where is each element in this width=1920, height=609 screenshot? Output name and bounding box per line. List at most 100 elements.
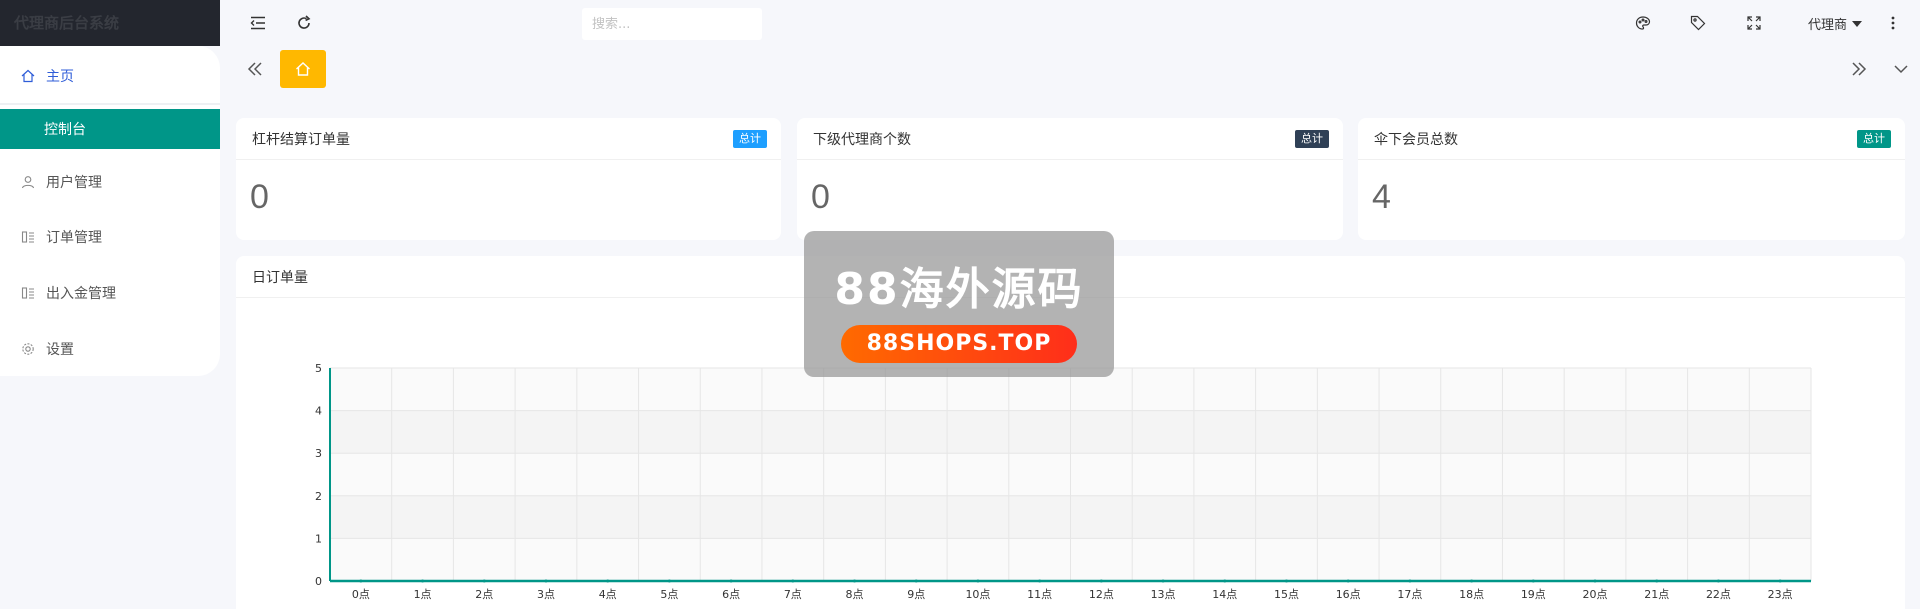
data-point [1099,579,1103,583]
refresh-icon[interactable] [293,12,315,34]
x-tick-label: 15点 [1274,588,1299,601]
x-tick-label: 21点 [1644,588,1669,601]
sidebar-item-label: 主页 [46,69,74,85]
sidebar-item-settings[interactable]: 设置 [0,329,220,369]
tabs-menu-chevron-down-icon[interactable] [1890,58,1912,80]
x-tick-label: 17点 [1397,588,1422,601]
data-point [1470,579,1474,583]
watermark: 88海外源码 88SHOPS.TOP [804,231,1114,377]
sidebar-item-users[interactable]: 用户管理 [0,162,220,202]
x-tick-label: 18点 [1459,588,1484,601]
data-point [606,579,610,583]
y-tick-label: 3 [315,447,322,460]
x-tick-label: 12点 [1089,588,1114,601]
x-tick-label: 23点 [1768,588,1793,601]
data-point [1778,579,1782,583]
card-title: 伞下会员总数 [1374,131,1458,148]
card-title: 下级代理商个数 [813,131,911,148]
sidebar-item-label: 出入金管理 [46,286,116,302]
total-badge: 总计 [733,129,767,148]
total-badge: 总计 [1857,129,1891,148]
sidebar-item-orders[interactable]: 订单管理 [0,217,220,257]
x-tick-label: 9点 [907,588,925,601]
user-menu[interactable]: 代理商 [1808,14,1862,33]
y-tick-label: 5 [315,362,322,375]
x-tick-label: 1点 [414,588,432,601]
x-tick-label: 6点 [722,588,740,601]
stat-card-leverage-orders: 杠杆结算订单量 总计 0 [236,118,781,240]
card-title: 杠杆结算订单量 [252,131,350,148]
x-tick-label: 16点 [1336,588,1361,601]
sidebar-item-label: 控制台 [44,122,86,138]
x-tick-label: 10点 [965,588,990,601]
data-point [1716,579,1720,583]
data-point [1593,579,1597,583]
theme-icon[interactable] [1632,12,1654,34]
home-icon [296,62,310,76]
data-point [359,579,363,583]
search-input[interactable] [582,8,762,40]
data-point [729,579,733,583]
data-point [1038,579,1042,583]
x-tick-label: 8点 [846,588,864,601]
data-point [667,579,671,583]
watermark-url: 88SHOPS.TOP [841,325,1077,363]
chart-title: 日订单量 [252,269,308,286]
x-tick-label: 14点 [1212,588,1237,601]
menu-collapse-icon[interactable] [247,12,269,34]
sidebar-item-label: 订单管理 [46,230,102,246]
x-tick-label: 3点 [537,588,555,601]
x-tick-label: 5点 [660,588,678,601]
sidebar: 主页 控制台 用户管理 订单管理 出入金管理 设置 [0,46,220,376]
data-point [976,579,980,583]
x-tick-label: 2点 [475,588,493,601]
tabs-scroll-left-icon[interactable] [244,58,266,80]
home-icon [20,68,36,84]
chevron-down-icon [1852,20,1862,27]
card-value: 0 [250,178,269,216]
watermark-title: 88海外源码 [834,264,1084,315]
data-point [791,579,795,583]
fullscreen-icon[interactable] [1743,12,1765,34]
user-icon [20,174,36,190]
tab-home[interactable] [280,50,326,88]
more-icon[interactable] [1882,12,1904,34]
list-icon [20,285,36,301]
data-point [1531,579,1535,583]
data-point [544,579,548,583]
top-bar: 代理商 [220,0,1920,46]
sidebar-item-label: 设置 [46,342,74,358]
card-value: 0 [811,178,830,216]
sidebar-item-home[interactable]: 主页 [0,56,220,96]
data-point [1223,579,1227,583]
data-point [1408,579,1412,583]
sidebar-item-console[interactable]: 控制台 [0,109,220,149]
x-tick-label: 7点 [784,588,802,601]
divider [0,103,220,105]
y-tick-label: 1 [315,532,322,545]
data-point [421,579,425,583]
gear-icon [20,341,36,357]
data-point [482,579,486,583]
y-tick-label: 2 [315,490,322,503]
app-title: 代理商后台系统 [0,0,220,46]
x-tick-label: 11点 [1027,588,1052,601]
tabs-scroll-right-icon[interactable] [1848,58,1870,80]
stat-card-sub-agents: 下级代理商个数 总计 0 [797,118,1343,240]
data-point [853,579,857,583]
x-tick-label: 13点 [1151,588,1176,601]
x-tick-label: 0点 [352,588,370,601]
data-point [1284,579,1288,583]
data-point [1346,579,1350,583]
data-point [914,579,918,583]
user-name: 代理商 [1807,18,1847,33]
tag-icon[interactable] [1687,12,1709,34]
x-tick-label: 4点 [599,588,617,601]
sidebar-item-funds[interactable]: 出入金管理 [0,273,220,313]
card-value: 4 [1372,178,1391,216]
data-point [1655,579,1659,583]
y-tick-label: 0 [315,575,322,588]
x-tick-label: 22点 [1706,588,1731,601]
stat-card-members: 伞下会员总数 总计 4 [1358,118,1905,240]
data-point [1161,579,1165,583]
